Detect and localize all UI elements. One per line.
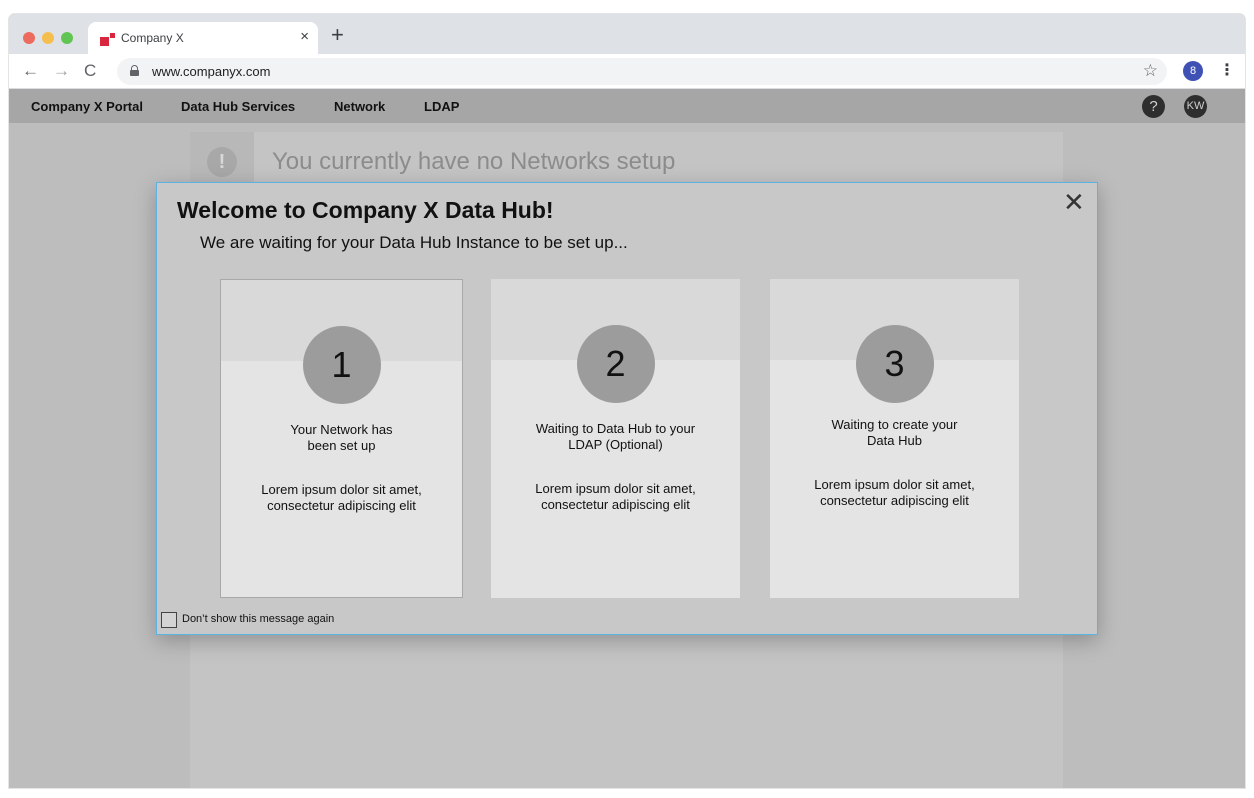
browser-profile-icon[interactable]: 8 <box>1183 61 1203 81</box>
step-description: Lorem ipsum dolor sit amet, consectetur … <box>261 482 422 513</box>
welcome-modal: Welcome to Company X Data Hub! We are wa… <box>156 182 1098 635</box>
tab-strip: Company X × + <box>9 14 1245 54</box>
app-nav-bar: Company X Portal Data Hub Services Netwo… <box>9 89 1245 123</box>
dont-show-again-label[interactable]: Don’t show this message again <box>182 613 334 625</box>
browser-window: Company X × + ← → C www.companyx.com ☆ 8… <box>9 14 1245 788</box>
reload-icon[interactable]: C <box>84 61 96 81</box>
bookmark-star-icon[interactable]: ☆ <box>1143 61 1158 81</box>
modal-subtitle: We are waiting for your Data Hub Instanc… <box>200 233 628 252</box>
browser-toolbar: ← → C www.companyx.com ☆ 8 ⋮ <box>9 54 1245 89</box>
close-icon[interactable]: ✕ <box>1063 189 1085 215</box>
company-logo-icon <box>100 33 116 47</box>
dont-show-again-checkbox[interactable] <box>161 612 177 628</box>
forward-arrow-icon[interactable]: → <box>53 61 70 81</box>
nav-item-portal[interactable]: Company X Portal <box>31 99 143 114</box>
step-card-data-hub: 3 Waiting to create your Data Hub Lorem … <box>770 279 1019 598</box>
step-description: Lorem ipsum dolor sit amet, consectetur … <box>814 477 975 508</box>
step-card-ldap: 2 Waiting to Data Hub to your LDAP (Opti… <box>491 279 740 598</box>
nav-item-network[interactable]: Network <box>334 99 385 114</box>
url-text[interactable]: www.companyx.com <box>152 64 270 79</box>
exclamation-icon: ! <box>207 147 237 177</box>
step-number-1: 1 <box>302 326 381 404</box>
nav-item-data-hub-services[interactable]: Data Hub Services <box>181 99 295 114</box>
step-card-network: 1 Your Network has been set up Lorem ips… <box>220 279 463 598</box>
modal-title: Welcome to Company X Data Hub! <box>177 197 554 223</box>
step-number-3: 3 <box>855 325 934 403</box>
lock-icon <box>130 65 139 76</box>
step-number-2: 2 <box>576 325 655 403</box>
help-icon[interactable]: ? <box>1142 95 1165 118</box>
step-title: Waiting to Data Hub to your LDAP (Option… <box>535 421 696 452</box>
address-bar[interactable]: www.companyx.com ☆ <box>117 58 1167 85</box>
minimize-window-button[interactable] <box>42 32 54 44</box>
new-tab-button[interactable]: + <box>331 24 344 46</box>
step-title: Waiting to create your Data Hub <box>831 417 958 448</box>
step-description: Lorem ipsum dolor sit amet, consectetur … <box>535 481 696 512</box>
avatar[interactable]: KW <box>1184 95 1207 118</box>
no-networks-notice: You currently have no Networks setup <box>272 148 676 175</box>
browser-tab[interactable]: Company X × <box>88 22 318 54</box>
step-title: Your Network has been set up <box>290 422 393 453</box>
tab-title: Company X <box>121 31 184 45</box>
close-window-button[interactable] <box>23 32 35 44</box>
back-arrow-icon[interactable]: ← <box>22 61 39 81</box>
tab-close-icon[interactable]: × <box>300 28 309 46</box>
nav-item-ldap[interactable]: LDAP <box>424 99 459 114</box>
maximize-window-button[interactable] <box>61 32 73 44</box>
browser-menu-icon[interactable]: ⋮ <box>1219 61 1235 81</box>
